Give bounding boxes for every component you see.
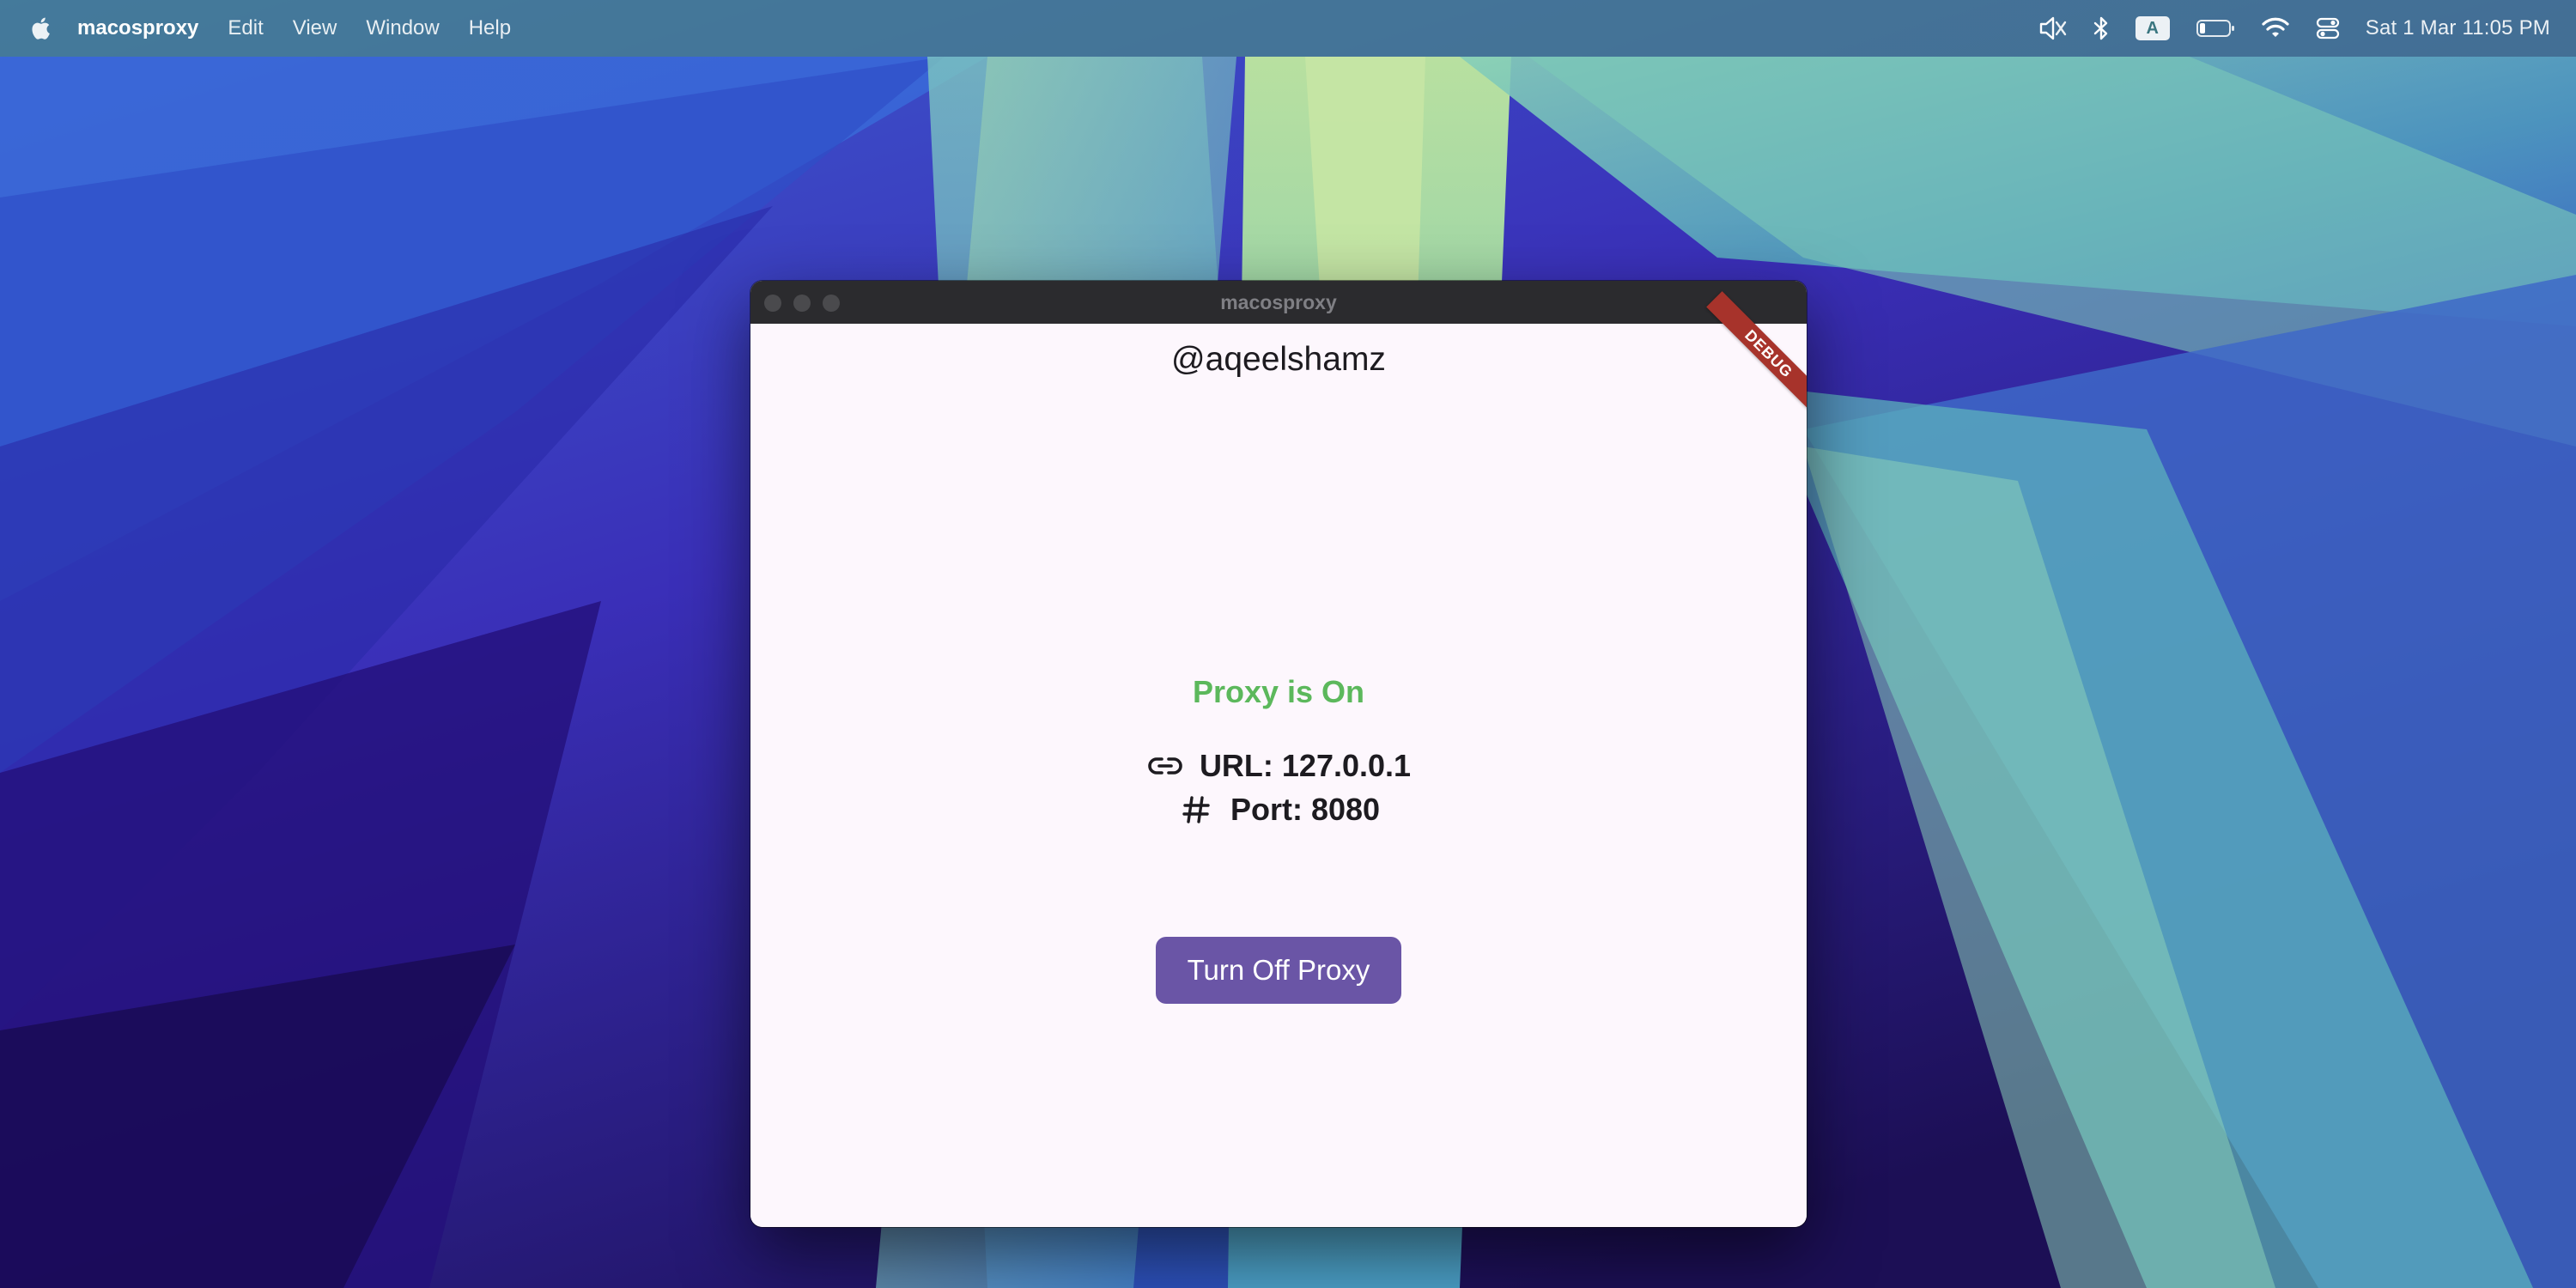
- zoom-window-button[interactable]: [823, 295, 840, 312]
- wifi-icon[interactable]: [2261, 14, 2290, 43]
- url-text: URL: 127.0.0.1: [1199, 748, 1412, 783]
- bluetooth-icon[interactable]: [2093, 14, 2110, 43]
- focus-mode-icon[interactable]: [2038, 14, 2067, 43]
- app-window: macosproxy DEBUG @aqeelshamz Proxy is On…: [750, 281, 1807, 1227]
- minimize-window-button[interactable]: [793, 295, 811, 312]
- app-content: DEBUG @aqeelshamz Proxy is On URL: 127.0…: [750, 291, 1807, 1227]
- url-row: URL: 127.0.0.1: [750, 747, 1807, 785]
- window-title: macosproxy: [1220, 290, 1337, 313]
- input-source-label: A: [2135, 16, 2170, 40]
- apple-menu-icon[interactable]: [27, 14, 53, 43]
- menu-bar: macosproxy Edit View Window Help A Sat 1…: [0, 0, 2576, 57]
- link-icon: [1146, 747, 1184, 785]
- proxy-status-text: Proxy is On: [1192, 674, 1365, 709]
- menu-window[interactable]: Window: [366, 16, 439, 40]
- menu-view[interactable]: View: [293, 16, 337, 40]
- turn-off-proxy-button[interactable]: Turn Off Proxy: [1156, 937, 1401, 1004]
- menu-edit[interactable]: Edit: [228, 16, 263, 40]
- port-text: Port: 8080: [1230, 792, 1381, 827]
- window-controls: [764, 295, 840, 312]
- window-titlebar[interactable]: macosproxy: [750, 281, 1807, 324]
- menu-help[interactable]: Help: [469, 16, 511, 40]
- control-center-icon[interactable]: [2316, 14, 2340, 43]
- username-label: @aqeelshamz: [1171, 341, 1386, 378]
- input-source-icon[interactable]: A: [2135, 14, 2170, 43]
- close-window-button[interactable]: [764, 295, 781, 312]
- hash-icon: [1177, 791, 1215, 829]
- port-row: Port: 8080: [750, 791, 1807, 829]
- menu-clock[interactable]: Sat 1 Mar 11:05 PM: [2366, 16, 2550, 40]
- battery-icon[interactable]: [2196, 14, 2235, 43]
- menu-app-name[interactable]: macosproxy: [77, 16, 198, 40]
